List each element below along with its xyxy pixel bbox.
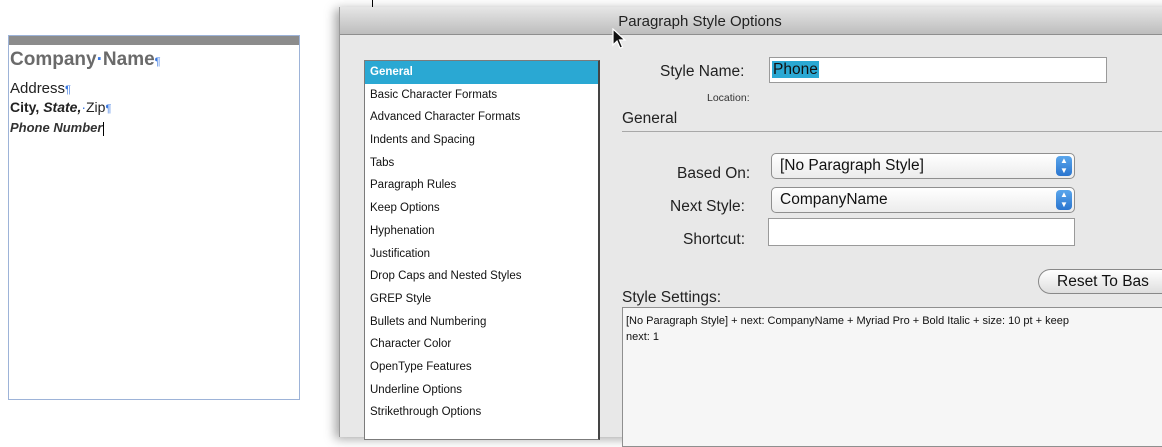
pilcrow-icon: ¶: [154, 56, 161, 68]
style-settings-box: [No Paragraph Style] + next: CompanyName…: [622, 307, 1162, 447]
shortcut-input[interactable]: [768, 218, 1075, 246]
category-item-grep-style[interactable]: GREP Style: [365, 288, 598, 311]
style-settings-label: Style Settings:: [622, 289, 722, 306]
frame-header-bar: [9, 36, 299, 45]
next-style-value: CompanyName: [780, 191, 888, 208]
category-item-underline-options[interactable]: Underline Options: [365, 379, 598, 402]
style-name-value: Phone: [772, 61, 819, 78]
section-divider: [622, 131, 1162, 132]
style-name-input[interactable]: Phone: [769, 57, 1107, 83]
category-item-opentype-features[interactable]: OpenType Features: [365, 356, 598, 379]
category-item-bullets-and-numbering[interactable]: Bullets and Numbering: [365, 311, 598, 334]
doc-company-name[interactable]: Company·Name¶: [10, 49, 161, 71]
style-settings-line-2: next: 1: [626, 331, 660, 343]
category-item-keep-options[interactable]: Keep Options: [365, 197, 598, 220]
category-item-advanced-character-formats[interactable]: Advanced Character Formats: [365, 106, 598, 129]
mouse-pointer-icon: [612, 28, 627, 49]
based-on-label: Based On:: [677, 165, 751, 182]
category-item-basic-character-formats[interactable]: Basic Character Formats: [365, 84, 598, 107]
style-name-label: Style Name:: [660, 63, 745, 80]
text-cursor: [103, 121, 105, 136]
category-item-general[interactable]: General: [365, 61, 598, 84]
dialog-titlebar[interactable]: Paragraph Style Options: [340, 7, 1162, 35]
section-title: General: [622, 110, 678, 127]
shortcut-label: Shortcut:: [683, 231, 746, 248]
up-down-arrows-icon: ▲ ▼: [1056, 156, 1072, 176]
category-item-tabs[interactable]: Tabs: [365, 152, 598, 175]
text-frame[interactable]: Company·Name¶ Address¶ City, State,·Zip¶…: [8, 35, 300, 400]
doc-phone-number[interactable]: Phone Number: [10, 120, 105, 136]
paragraph-style-options-dialog: Paragraph Style Options General Basic Ch…: [339, 7, 1162, 447]
style-settings-line-1: [No Paragraph Style] + next: CompanyName…: [626, 315, 1069, 327]
doc-city-state-zip[interactable]: City, State,·Zip¶: [10, 99, 111, 115]
category-item-character-color[interactable]: Character Color: [365, 333, 598, 356]
doc-address[interactable]: Address¶: [10, 80, 71, 97]
pilcrow-icon: ¶: [105, 103, 112, 115]
category-item-hyphenation[interactable]: Hyphenation: [365, 220, 598, 243]
location-label: Location:: [707, 92, 750, 104]
category-item-paragraph-rules[interactable]: Paragraph Rules: [365, 174, 598, 197]
reset-to-base-button[interactable]: Reset To Bas: [1038, 269, 1162, 294]
category-item-drop-caps-nested-styles[interactable]: Drop Caps and Nested Styles: [365, 265, 598, 288]
pilcrow-icon: ¶: [65, 84, 71, 96]
category-item-justification[interactable]: Justification: [365, 243, 598, 266]
dialog-title: Paragraph Style Options: [618, 13, 782, 30]
category-list[interactable]: General Basic Character Formats Advanced…: [364, 60, 600, 440]
category-item-indents-and-spacing[interactable]: Indents and Spacing: [365, 129, 598, 152]
up-down-arrows-icon: ▲ ▼: [1056, 190, 1072, 210]
based-on-value: [No Paragraph Style]: [780, 157, 924, 174]
next-style-label: Next Style:: [670, 198, 745, 215]
category-item-strikethrough-options[interactable]: Strikethrough Options: [365, 401, 598, 424]
based-on-select[interactable]: [No Paragraph Style] ▲ ▼: [771, 153, 1075, 179]
next-style-select[interactable]: CompanyName ▲ ▼: [771, 187, 1075, 213]
